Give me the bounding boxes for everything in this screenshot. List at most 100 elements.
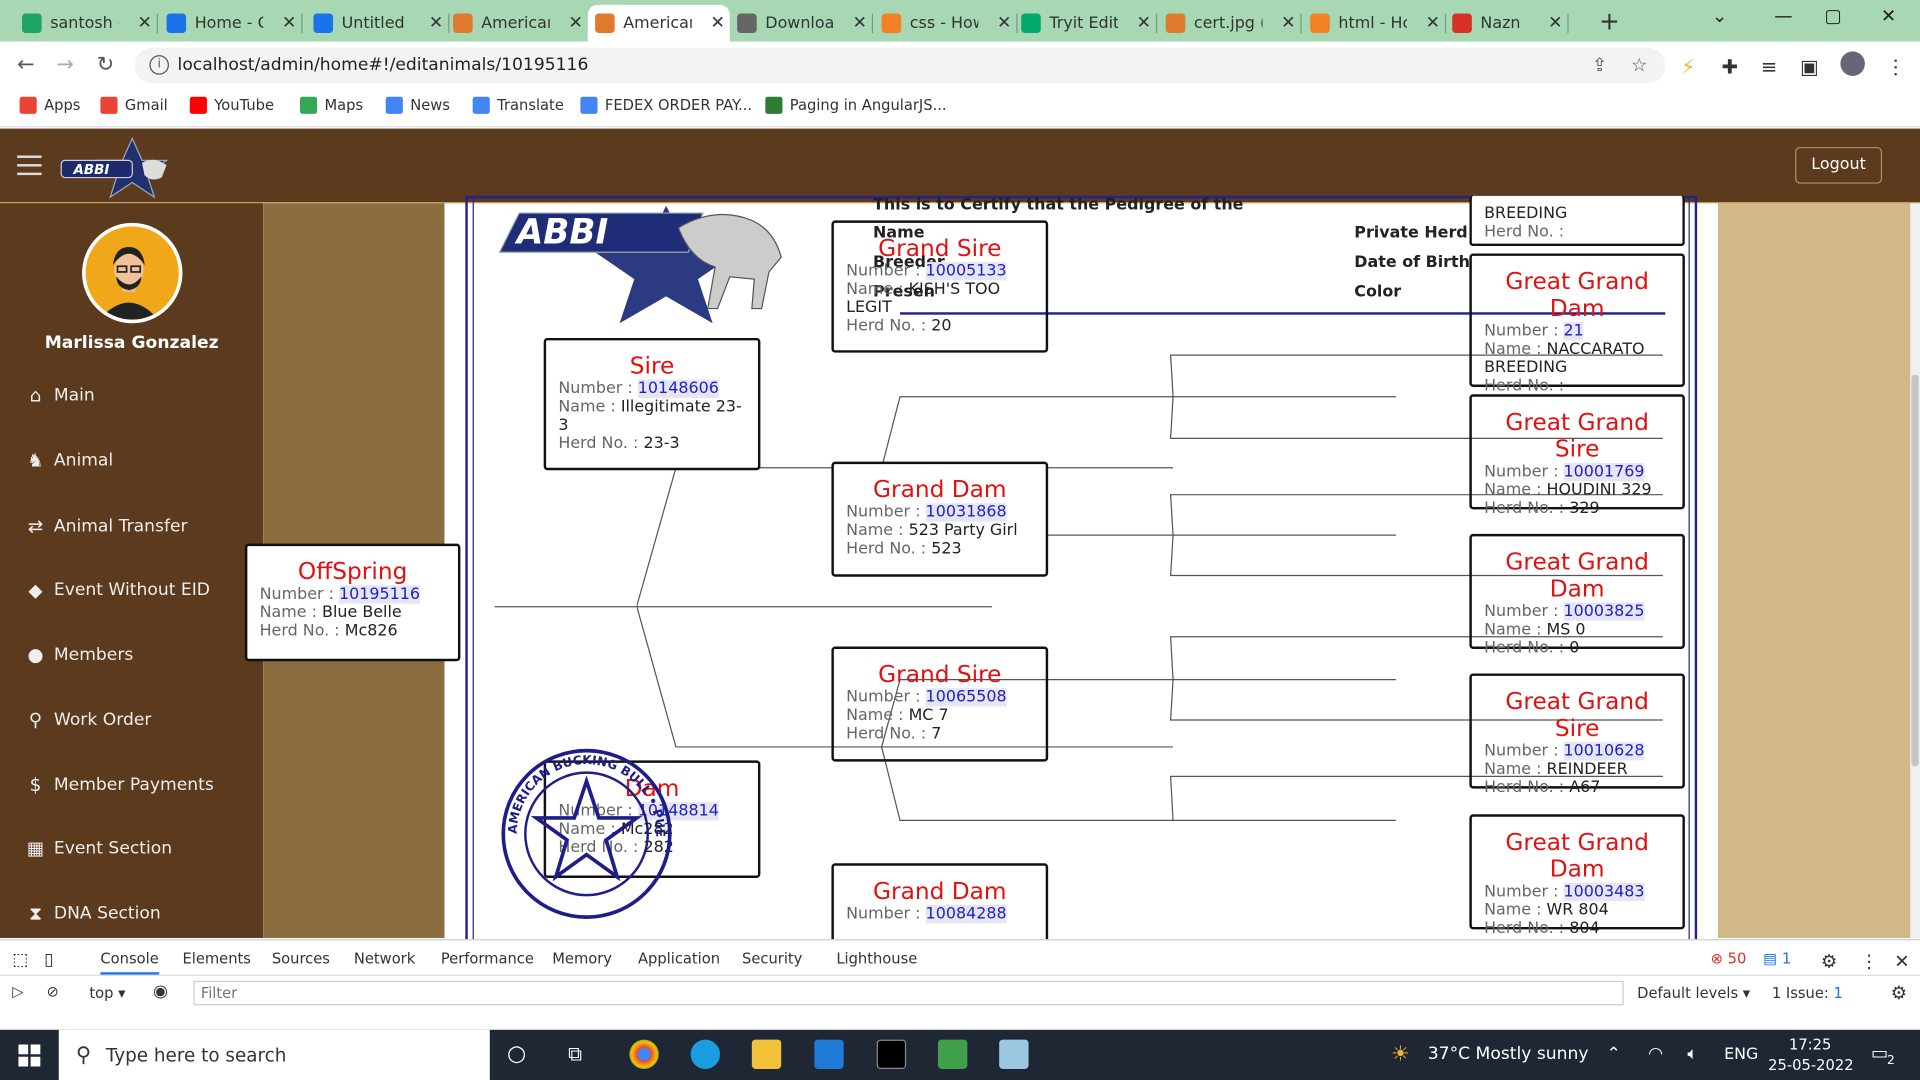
bookmark-item[interactable]: Apps	[19, 96, 81, 114]
profile-avatar[interactable]	[1840, 51, 1865, 76]
devtools-tab-memory[interactable]: Memory	[552, 950, 612, 967]
close-tab-icon[interactable]: ✕	[853, 13, 867, 33]
sidebar-item-members[interactable]: ● Members	[24, 644, 133, 666]
browser-tab[interactable]: Downloa ✕	[730, 5, 874, 42]
browser-tab[interactable]: Home - C ✕	[159, 5, 303, 42]
devtools-tab-application[interactable]: Application	[638, 950, 720, 967]
forward-icon[interactable]: →	[56, 53, 73, 77]
notepad-icon[interactable]	[999, 1039, 1029, 1069]
menu-dots-icon[interactable]: ⋮	[1886, 55, 1906, 78]
console-filter-input[interactable]	[193, 980, 1624, 1006]
browser-tab[interactable]: cert.jpg (✕	[1158, 5, 1302, 42]
great-grand-sire-1-box[interactable]: Great Grand Sire Number : 10001769 Name …	[1469, 394, 1685, 518]
context-select[interactable]: top ▾	[89, 984, 125, 1001]
grand-dam-1-box[interactable]: Grand Dam Number : 10031868 Name : 523 P…	[831, 461, 1049, 577]
great-grand-sire-2-box[interactable]: Great Grand Sire Number : 10010628 Name …	[1469, 673, 1685, 797]
chrome-taskbar-icon[interactable]	[629, 1039, 659, 1069]
file-explorer-icon[interactable]	[751, 1039, 782, 1069]
new-tab-button[interactable]: +	[1599, 6, 1620, 35]
offspring-box[interactable]: OffSpring Number : 10195116 Name : Blue …	[244, 543, 461, 662]
page-scrollbar[interactable]	[1910, 203, 1920, 938]
minimize-icon[interactable]: —	[1774, 5, 1792, 27]
hamburger-icon[interactable]	[17, 155, 42, 176]
grand-dam-2-box[interactable]: Grand Dam Number : 10084288	[831, 863, 1049, 949]
browser-tab[interactable]: Tryit Edit ✕	[1014, 5, 1158, 42]
back-icon[interactable]: ←	[17, 53, 34, 77]
language-indicator[interactable]: ENG	[1724, 1046, 1758, 1064]
browser-tab[interactable]: html - Hc ✕	[1303, 5, 1447, 42]
close-tab-icon[interactable]: ✕	[1426, 13, 1440, 33]
reload-icon[interactable]: ↻	[97, 53, 114, 77]
extension-icon[interactable]: ⚡	[1681, 55, 1695, 78]
weather-icon[interactable]: ☀	[1391, 1042, 1410, 1066]
close-tab-icon[interactable]: ✕	[1548, 13, 1562, 33]
bookmark-item[interactable]: FEDEX ORDER PAY...	[580, 96, 752, 114]
task-view-icon[interactable]: ⧉	[568, 1042, 582, 1066]
cortana-icon[interactable]: ○	[507, 1041, 526, 1067]
inspect-icon[interactable]: ⬚	[12, 950, 28, 970]
close-tab-icon[interactable]: ✕	[997, 13, 1011, 33]
sidebar-item-animal-transfer[interactable]: ⇄ Animal Transfer	[24, 516, 188, 538]
devtools-tab-lighthouse[interactable]: Lighthouse	[836, 950, 917, 967]
abbi-logo[interactable]: ABBI	[56, 136, 186, 200]
bookmark-item[interactable]: YouTube	[189, 96, 274, 114]
volume-icon[interactable]: 🔈︎	[1687, 1044, 1697, 1064]
network-icon[interactable]: ◠	[1648, 1044, 1663, 1064]
bookmark-star-icon[interactable]: ☆	[1631, 54, 1647, 76]
notification-icon[interactable]: ▭	[1871, 1042, 1888, 1064]
great-grand-dam-2-box[interactable]: Great Grand Dam Number : 10003825 Name :…	[1469, 533, 1685, 658]
bookmark-item[interactable]: Gmail	[100, 96, 168, 114]
devtools-tab-elements[interactable]: Elements	[182, 950, 250, 967]
close-tab-icon[interactable]: ✕	[282, 13, 296, 33]
browser-tab[interactable]: American ✕	[587, 4, 730, 42]
close-tab-icon[interactable]: ✕	[1281, 13, 1295, 33]
message-count[interactable]: ▤ 1	[1763, 950, 1791, 967]
console-settings-icon[interactable]: ⚙	[1891, 982, 1907, 1004]
close-tab-icon[interactable]: ✕	[1137, 13, 1151, 33]
browser-tab[interactable]: santosh c ✕	[15, 5, 158, 42]
devtools-menu-icon[interactable]: ⋮	[1860, 950, 1878, 972]
close-window-icon[interactable]: ✕	[1881, 5, 1896, 27]
sidebar-item-work-order[interactable]: ⚲ Work Order	[24, 709, 152, 731]
sidebar-item-animal[interactable]: ♞ Animal	[24, 449, 113, 471]
close-tab-icon[interactable]: ✕	[137, 13, 151, 33]
great-grand-dam-1-box[interactable]: Great Grand Dam Number : 21 Name : NACCA…	[1469, 253, 1685, 396]
info-icon[interactable]: i	[149, 55, 169, 75]
devtools-tab-performance[interactable]: Performance	[441, 950, 534, 967]
devtools-tab-sources[interactable]: Sources	[272, 950, 330, 967]
sire-box[interactable]: Sire Number : 10148606 Name : Illegitima…	[543, 337, 761, 471]
clock-date[interactable]: 25-05-2022	[1768, 1057, 1853, 1074]
grand-sire-2-box[interactable]: Grand Sire Number : 10065508 Name : MC 7…	[831, 646, 1049, 762]
sidebar-item-member-payments[interactable]: $ Member Payments	[24, 774, 214, 796]
great-grand-partial-box[interactable]: BREEDING Herd No. :	[1469, 195, 1685, 247]
media-icon[interactable]: ≡	[1761, 55, 1777, 78]
url-text[interactable]: localhost/admin/home#!/editanimals/10195…	[178, 55, 589, 75]
address-bar[interactable]: i localhost/admin/home#!/editanimals/101…	[134, 47, 1666, 84]
windows-start-icon[interactable]	[18, 1044, 41, 1067]
maximize-icon[interactable]: ▢	[1824, 5, 1841, 27]
error-count[interactable]: ⊗ 50	[1711, 950, 1747, 967]
clock-time[interactable]: 17:25	[1789, 1036, 1831, 1053]
app-taskbar-icon[interactable]	[937, 1039, 968, 1069]
terminal-icon[interactable]	[876, 1039, 907, 1069]
browser-tab[interactable]: css - How ✕	[874, 5, 1018, 42]
share-icon[interactable]: ⇪	[1592, 54, 1607, 76]
bookmark-item[interactable]: News	[385, 96, 450, 114]
puzzle-icon[interactable]: ✚	[1722, 55, 1738, 78]
grand-sire-1-box[interactable]: Grand Sire Number : 10005133 Name : KISH…	[831, 220, 1049, 353]
tab-search-icon[interactable]: ⌄	[1712, 5, 1727, 27]
sidebar-item-main[interactable]: ⌂ Main	[24, 384, 95, 406]
devtools-tab-console[interactable]: Console	[100, 950, 159, 975]
close-tab-icon[interactable]: ✕	[429, 13, 443, 33]
browser-tab[interactable]: Untitled c ✕	[306, 5, 450, 42]
sidebar-item-event-without-eid[interactable]: ◆ Event Without EID	[24, 579, 210, 601]
sidebar-item-event-section[interactable]: ▦ Event Section	[24, 838, 172, 860]
vscode-icon[interactable]	[814, 1039, 844, 1069]
eye-icon[interactable]: ◉	[153, 982, 168, 1002]
bookmark-item[interactable]: Paging in AngularJS...	[765, 96, 947, 114]
taskbar-search[interactable]: ⚲ Type here to search	[58, 1029, 490, 1080]
logout-button[interactable]: Logout	[1795, 146, 1883, 184]
browser-tab[interactable]: Nazn ✕	[1445, 5, 1569, 42]
bookmark-item[interactable]: Maps	[300, 96, 363, 114]
device-toggle-icon[interactable]: ▯	[44, 950, 53, 970]
